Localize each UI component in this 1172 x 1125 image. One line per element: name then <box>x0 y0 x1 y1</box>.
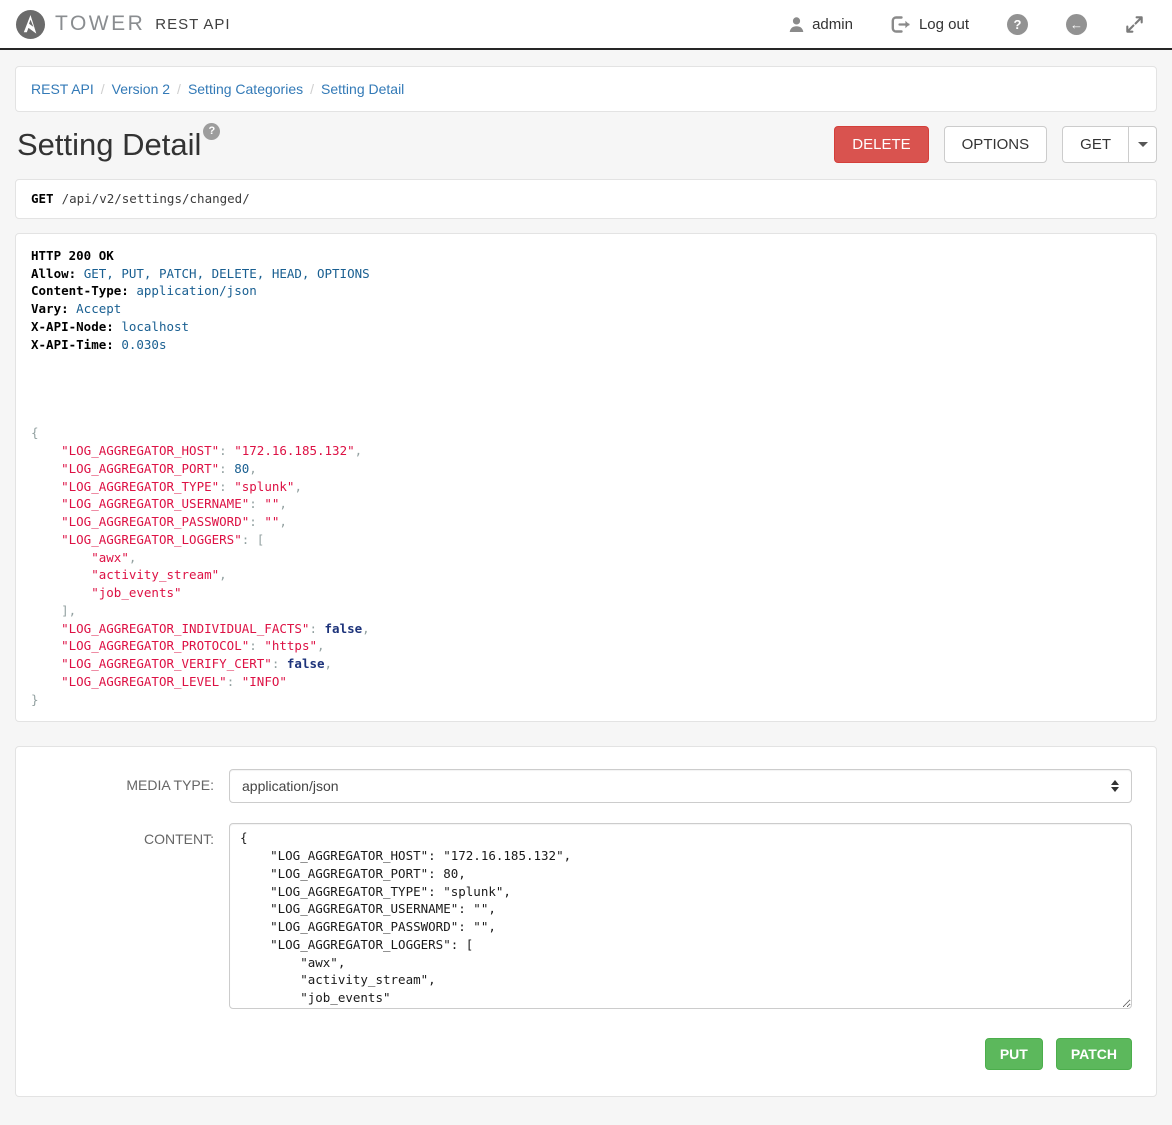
logout-button[interactable]: Log out <box>891 16 969 33</box>
delete-button[interactable]: DELETE <box>834 126 928 163</box>
breadcrumb: REST API/Version 2/Setting Categories/Se… <box>15 66 1157 112</box>
brand-tower-text: TOWER <box>55 12 145 36</box>
request-method: GET <box>31 191 54 206</box>
media-type-selected-value: application/json <box>242 778 339 794</box>
content-label: CONTENT: <box>31 823 229 1012</box>
title-help-icon[interactable]: ? <box>203 123 220 140</box>
request-line: GET/api/v2/settings/changed/ <box>31 190 1141 208</box>
form-buttons: PUT PATCH <box>31 1038 1132 1070</box>
brand[interactable]: TOWER REST API <box>15 9 231 40</box>
navbar: TOWER REST API admin Log out ? ← <box>0 0 1172 50</box>
logout-text: Log out <box>919 16 969 33</box>
request-info-panel: GET/api/v2/settings/changed/ <box>15 179 1157 219</box>
breadcrumb-version-2[interactable]: Version 2 <box>112 81 170 97</box>
response-panel: HTTP 200 OK Allow: GET, PUT, PATCH, DELE… <box>15 233 1157 723</box>
patch-button[interactable]: PATCH <box>1056 1038 1132 1070</box>
page-header: Setting Detail? DELETE OPTIONS GET <box>17 126 1157 163</box>
breadcrumb-rest-api[interactable]: REST API <box>31 81 94 97</box>
logout-icon <box>891 16 912 33</box>
media-type-row: MEDIA TYPE: application/json <box>31 769 1132 803</box>
breadcrumb-separator: / <box>303 81 321 97</box>
media-type-select[interactable]: application/json <box>229 769 1132 803</box>
breadcrumb-setting-categories[interactable]: Setting Categories <box>188 81 303 97</box>
options-button[interactable]: OPTIONS <box>944 126 1048 163</box>
put-button[interactable]: PUT <box>985 1038 1043 1070</box>
get-button[interactable]: GET <box>1062 126 1129 163</box>
breadcrumb-setting-detail[interactable]: Setting Detail <box>321 81 404 97</box>
help-icon[interactable]: ? <box>1007 14 1028 35</box>
brand-restapi-text: REST API <box>155 16 230 33</box>
breadcrumb-separator: / <box>170 81 188 97</box>
get-dropdown-button[interactable] <box>1129 126 1157 163</box>
content-row: CONTENT: { "LOG_AGGREGATOR_HOST": "172.1… <box>31 823 1132 1012</box>
breadcrumb-separator: / <box>94 81 112 97</box>
select-arrows-icon <box>1111 780 1119 792</box>
ansible-tower-logo-icon <box>15 9 46 40</box>
header-buttons: DELETE OPTIONS GET <box>834 126 1157 163</box>
page-title-text: Setting Detail <box>17 127 201 162</box>
response-pre: HTTP 200 OK Allow: GET, PUT, PATCH, DELE… <box>31 247 1141 709</box>
page-title: Setting Detail? <box>17 127 220 163</box>
content-textarea[interactable]: { "LOG_AGGREGATOR_HOST": "172.16.185.132… <box>229 823 1132 1009</box>
username-text: admin <box>812 16 853 33</box>
expand-icon[interactable] <box>1125 15 1144 34</box>
navbar-right: admin Log out ? ← <box>788 14 1144 35</box>
chevron-down-icon <box>1138 142 1148 147</box>
get-button-group: GET <box>1062 126 1157 163</box>
back-icon[interactable]: ← <box>1066 14 1087 35</box>
media-type-label: MEDIA TYPE: <box>31 769 229 803</box>
user-menu[interactable]: admin <box>788 16 853 33</box>
content-form-panel: MEDIA TYPE: application/json CONTENT: { … <box>15 746 1157 1097</box>
request-path: /api/v2/settings/changed/ <box>62 191 250 206</box>
user-icon <box>788 16 805 33</box>
